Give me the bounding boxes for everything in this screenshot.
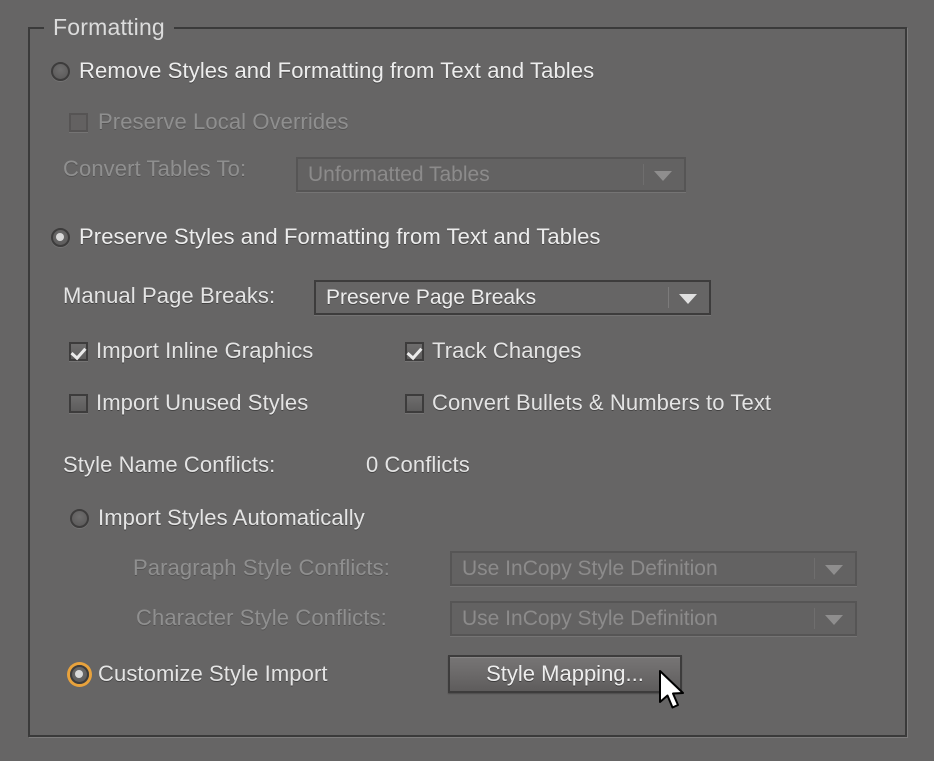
style-mapping-button[interactable]: Style Mapping... bbox=[448, 655, 682, 693]
checkbox-import-unused-styles[interactable]: Import Unused Styles bbox=[64, 389, 308, 417]
style-name-conflicts-value: 0 Conflicts bbox=[366, 452, 470, 478]
character-style-conflicts-label: Character Style Conflicts: bbox=[136, 605, 387, 631]
style-name-conflicts-row: Style Name Conflicts: bbox=[63, 452, 275, 478]
checkbox-track-changes-label: Track Changes bbox=[432, 338, 582, 364]
checkbox-import-inline-graphics-label: Import Inline Graphics bbox=[96, 338, 313, 364]
paragraph-style-conflicts-dropdown: Use InCopy Style Definition bbox=[450, 551, 857, 586]
convert-tables-value: Unformatted Tables bbox=[298, 163, 490, 187]
style-name-conflicts-label: Style Name Conflicts: bbox=[63, 452, 275, 478]
radio-preserve-styles-label: Preserve Styles and Formatting from Text… bbox=[79, 224, 601, 250]
manual-page-breaks-row: Manual Page Breaks: bbox=[63, 283, 275, 309]
chevron-down-icon bbox=[679, 294, 697, 304]
radio-remove-styles[interactable]: Remove Styles and Formatting from Text a… bbox=[45, 56, 594, 86]
checkbox-convert-bullets-numbers-label: Convert Bullets & Numbers to Text bbox=[432, 390, 771, 416]
formatting-group-legend: Formatting bbox=[44, 14, 174, 41]
checkbox-preserve-local-overrides-label: Preserve Local Overrides bbox=[98, 109, 349, 135]
checkbox-convert-bullets-numbers[interactable]: Convert Bullets & Numbers to Text bbox=[400, 389, 771, 417]
style-mapping-button-label: Style Mapping... bbox=[486, 661, 644, 687]
chevron-down-icon bbox=[654, 171, 672, 181]
paragraph-style-conflicts-value: Use InCopy Style Definition bbox=[452, 557, 718, 581]
manual-page-breaks-label: Manual Page Breaks: bbox=[63, 283, 275, 309]
paragraph-style-conflicts-separator bbox=[814, 558, 815, 579]
character-style-conflicts-dropdown: Use InCopy Style Definition bbox=[450, 601, 857, 636]
paragraph-style-conflicts-row: Paragraph Style Conflicts: bbox=[133, 555, 390, 581]
radio-import-styles-automatically-label: Import Styles Automatically bbox=[98, 505, 365, 531]
chevron-down-icon bbox=[825, 565, 843, 575]
character-style-conflicts-value: Use InCopy Style Definition bbox=[452, 607, 718, 631]
radio-import-styles-automatically-indicator bbox=[64, 503, 94, 533]
chevron-down-icon bbox=[825, 615, 843, 625]
checkbox-import-unused-styles-indicator bbox=[64, 389, 92, 417]
paragraph-style-conflicts-label: Paragraph Style Conflicts: bbox=[133, 555, 390, 581]
radio-customize-style-import-indicator bbox=[64, 659, 94, 689]
radio-customize-style-import[interactable]: Customize Style Import bbox=[64, 659, 328, 689]
style-name-conflicts-value-wrap: 0 Conflicts bbox=[366, 452, 470, 478]
checkbox-track-changes[interactable]: Track Changes bbox=[400, 337, 582, 365]
checkbox-import-unused-styles-label: Import Unused Styles bbox=[96, 390, 308, 416]
radio-customize-style-import-label: Customize Style Import bbox=[98, 661, 328, 687]
checkbox-import-inline-graphics-indicator bbox=[64, 337, 92, 365]
manual-page-breaks-value: Preserve Page Breaks bbox=[316, 286, 536, 310]
formatting-panel: Formatting Remove Styles and Formatting … bbox=[0, 0, 934, 761]
convert-tables-row: Convert Tables To: bbox=[63, 156, 246, 182]
radio-remove-styles-label: Remove Styles and Formatting from Text a… bbox=[79, 58, 594, 84]
radio-remove-styles-indicator bbox=[45, 56, 75, 86]
manual-page-breaks-dropdown[interactable]: Preserve Page Breaks bbox=[314, 280, 711, 315]
convert-tables-dropdown: Unformatted Tables bbox=[296, 157, 686, 192]
checkbox-track-changes-indicator bbox=[400, 337, 428, 365]
convert-tables-separator bbox=[643, 164, 644, 185]
radio-import-styles-automatically[interactable]: Import Styles Automatically bbox=[64, 503, 365, 533]
manual-page-breaks-separator bbox=[668, 287, 669, 308]
convert-tables-label: Convert Tables To: bbox=[63, 156, 246, 182]
checkbox-preserve-local-overrides: Preserve Local Overrides bbox=[64, 108, 349, 136]
character-style-conflicts-row: Character Style Conflicts: bbox=[136, 605, 387, 631]
checkbox-import-inline-graphics[interactable]: Import Inline Graphics bbox=[64, 337, 313, 365]
radio-preserve-styles[interactable]: Preserve Styles and Formatting from Text… bbox=[45, 222, 601, 252]
checkbox-convert-bullets-numbers-indicator bbox=[400, 389, 428, 417]
radio-preserve-styles-indicator bbox=[45, 222, 75, 252]
checkbox-preserve-local-overrides-indicator bbox=[64, 108, 92, 136]
character-style-conflicts-separator bbox=[814, 608, 815, 629]
